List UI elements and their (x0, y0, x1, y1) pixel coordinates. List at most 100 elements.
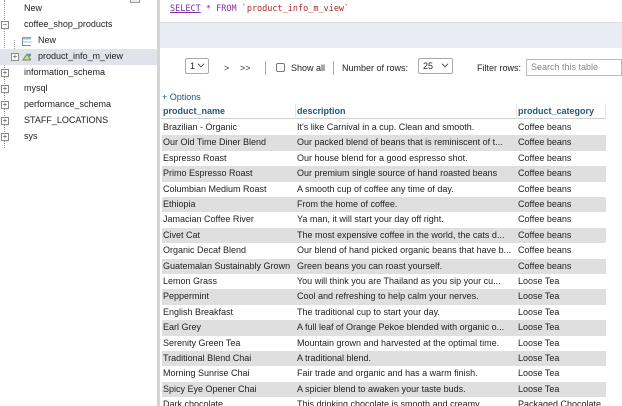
tree-item[interactable]: New (0, 1, 157, 17)
table-cell: Coffee beans (518, 168, 572, 179)
table-cell: A smooth cup of coffee any time of day. (297, 183, 454, 194)
table-cell: Our Old Time Diner Blend (163, 137, 267, 148)
tree-item[interactable]: + information_schema (0, 65, 157, 81)
table-cell: Serenity Green Tea (163, 337, 241, 348)
table-cell: Espresso Roast (163, 152, 227, 163)
tree-item[interactable]: − coffee_shop_products (0, 17, 157, 33)
table-header: product_name description product_category (162, 104, 606, 119)
table-cell: Civet Cat (163, 229, 201, 240)
table-cell: Peppermint (163, 291, 210, 302)
database-icon (12, 100, 21, 110)
table-row[interactable]: Dark chocolate This drinking chocolate is… (162, 397, 606, 406)
search-input[interactable]: Search this table (526, 59, 622, 76)
expand-icon[interactable]: + (1, 85, 9, 93)
table-cell: Loose Tea (518, 276, 560, 286)
tree-item[interactable]: + performance_schema (0, 97, 157, 113)
table-cell: This drinking chocolate is smooth and cr… (297, 399, 482, 406)
database-icon (12, 20, 21, 30)
table-cell: Coffee beans (518, 229, 572, 240)
table-row[interactable]: Serenity Green Tea Mountain grown and har… (162, 335, 606, 351)
table-cell: Primo Espresso Roast (163, 168, 253, 179)
table-row[interactable]: Espresso Roast Our house blend for a good… (162, 150, 606, 167)
table-cell: A traditional blend. (297, 353, 372, 363)
tree-item[interactable]: New (0, 33, 157, 49)
table-row[interactable]: Brazilian - Organic It's like Carnival in… (162, 120, 606, 136)
tree-item[interactable]: + mysql (0, 81, 157, 97)
table-row[interactable]: Earl Grey A full leaf of Orange Pekoe ble… (162, 320, 606, 336)
table-row[interactable]: Lemon Grass You will think you are Thaila… (162, 274, 606, 290)
chevron-down-icon (441, 60, 449, 68)
expand-icon[interactable]: + (1, 117, 9, 125)
table-cell: Spicy Eye Opener Chai (163, 383, 257, 394)
tree-item[interactable]: + STAFF_LOCATIONS (0, 113, 157, 129)
table-cell: Cool and refreshing to help calm your ne… (297, 291, 479, 302)
show-all-checkbox[interactable] (276, 63, 285, 72)
tree-item-label: product_info_m_view (38, 51, 124, 61)
table-cell: Coffee beans (518, 214, 572, 225)
divider (333, 61, 334, 75)
table-cell: Green beans you can roast yourself. (297, 260, 443, 271)
expand-icon[interactable]: + (1, 133, 9, 141)
tree-item[interactable]: + sys (0, 129, 157, 145)
rows-label: Number of rows: (342, 63, 409, 73)
tree-item-label: information_schema (24, 67, 106, 77)
table-row[interactable]: Peppermint Cool and refreshing to help ca… (162, 289, 606, 305)
table-cell: Coffee beans (518, 183, 572, 194)
table-cell: Jamacian Coffee River (163, 214, 254, 225)
table-row[interactable]: Morning Sunrise Chai Fair trade and organ… (162, 366, 606, 382)
sql-keyword-from: FROM (216, 4, 237, 14)
new-table-icon (22, 37, 31, 46)
page-select[interactable]: 1 (185, 58, 209, 74)
table-cell: Our premium single source of hand roaste… (297, 168, 498, 179)
options-link[interactable]: + Options (162, 92, 201, 102)
table-row[interactable]: Guatemalan Sustainably Grown Green beans … (162, 258, 606, 274)
table-cell: The most expensive coffee in the world, … (297, 229, 505, 240)
table-cell: A spicier blend to awaken your taste bud… (297, 383, 466, 394)
collapse-icon[interactable]: − (1, 21, 9, 29)
table-cell: Loose Tea (518, 306, 560, 317)
table-row[interactable]: Spicy Eye Opener Chai A spicier blend to … (162, 381, 606, 398)
table-cell: Loose Tea (518, 337, 560, 348)
column-header[interactable]: product_name (162, 104, 296, 119)
next-page-button[interactable]: > (224, 63, 229, 73)
table-cell: Coffee beans (518, 245, 572, 256)
database-icon (12, 132, 21, 142)
table-row[interactable]: English Breakfast The traditional cup to … (162, 304, 606, 321)
expand-icon[interactable]: + (1, 69, 9, 77)
table-cell: Loose Tea (518, 383, 560, 394)
tree-item-label: mysql (24, 83, 48, 93)
table-cell: English Breakfast (163, 306, 234, 317)
expand-icon[interactable]: + (11, 53, 19, 61)
new-db-icon (12, 4, 21, 14)
tree-item-label: New (38, 35, 57, 45)
tree-item-label: coffee_shop_products (24, 19, 113, 29)
rows-select[interactable]: 25 (418, 58, 453, 74)
table-cell: Coffee beans (518, 260, 572, 271)
table-row[interactable]: Our Old Time Diner Blend Our packed blend… (162, 135, 606, 151)
query-toolbar (160, 23, 622, 48)
table-cell: You will think you are Thailand as you s… (297, 276, 501, 286)
table-row[interactable]: Jamacian Coffee River Ya man, it will sta… (162, 212, 606, 228)
rows-select-value: 25 (423, 61, 434, 71)
sql-keyword-select[interactable]: SELECT (170, 4, 201, 14)
table-row[interactable]: Civet Cat The most expensive coffee in th… (162, 227, 606, 244)
navigation-controls: 1 > >> Show all Number of rows: 25 Filte… (160, 58, 622, 80)
table-cell: Coffee beans (518, 137, 572, 148)
table-row[interactable]: Columbian Medium Roast A smooth cup of co… (162, 181, 606, 197)
last-page-button[interactable]: >> (240, 63, 251, 73)
tree-item-label: New (24, 3, 43, 13)
table-cell: The traditional cup to start your day. (297, 306, 440, 317)
table-cell: Loose Tea (518, 353, 560, 363)
table-cell: Traditional Blend Chai (163, 353, 252, 363)
table-row[interactable]: Traditional Blend Chai A traditional blen… (162, 351, 606, 367)
tree-item[interactable]: + product_info_m_view (0, 49, 157, 65)
table-row[interactable]: Organic Decaf Blend Our blend of hand pic… (162, 243, 606, 259)
table-cell: Organic Decaf Blend (163, 245, 247, 256)
table-row[interactable]: Primo Espresso Roast Our premium single s… (162, 166, 606, 182)
expand-icon[interactable]: + (1, 101, 9, 109)
table-row[interactable]: Ethiopia From the home of coffee. Coffee b… (162, 197, 606, 213)
sql-star: * (205, 4, 211, 14)
column-header[interactable]: product_category (517, 104, 606, 119)
table-cell: From the home of coffee. (297, 199, 398, 209)
column-header[interactable]: description (296, 104, 517, 119)
